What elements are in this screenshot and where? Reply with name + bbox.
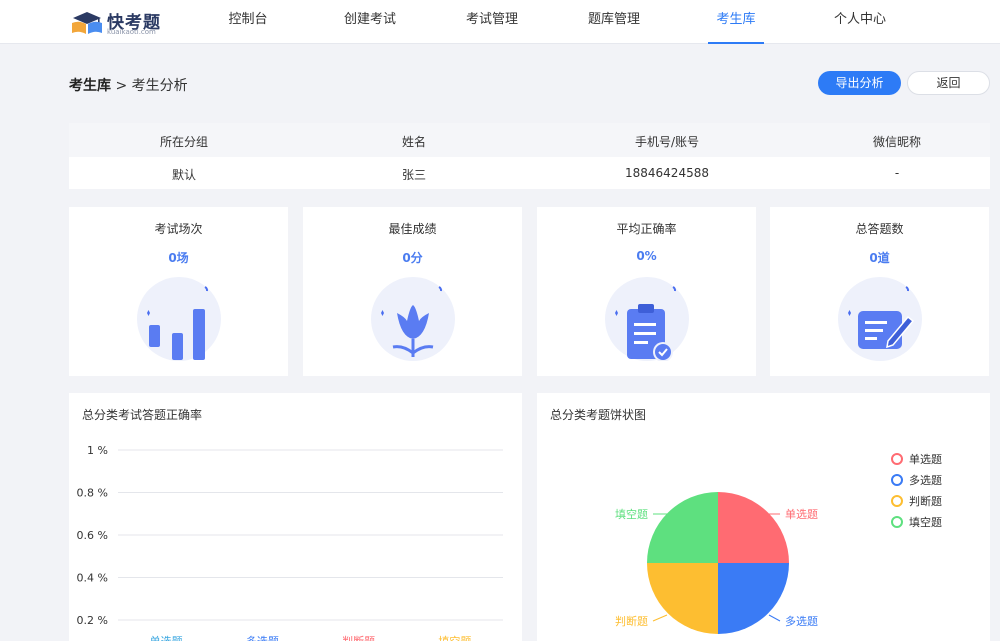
nav-item-personal-center[interactable]: 个人中心	[828, 0, 892, 44]
pie-slice-label: 单选题	[785, 508, 818, 521]
stat-value: 0道	[869, 251, 890, 265]
y-tick-label: 0.2 %	[77, 614, 108, 627]
y-tick-label: 0.6 %	[77, 529, 108, 542]
table-cell-phone: 18846424588	[625, 166, 709, 180]
breadcrumb-current: 考生分析	[131, 78, 188, 94]
legend-marker[interactable]	[891, 516, 903, 528]
stat-title: 考试场次	[154, 222, 203, 236]
brand-logo[interactable]: 快考题 kuaikaoti.com	[70, 5, 170, 39]
bar-chart-icon	[147, 286, 209, 360]
clipboard-check-icon	[615, 286, 677, 361]
legend-label[interactable]: 单选题	[909, 453, 942, 466]
legend-marker[interactable]	[891, 495, 903, 507]
stat-value: 0分	[402, 251, 423, 265]
logo-book-icon	[72, 12, 102, 34]
accuracy-chart-panel: 总分类考试答题正确率 0.2 %0.4 %0.6 %0.8 %1 %单选题多选题…	[69, 393, 522, 641]
breadcrumb-separator: >	[115, 78, 128, 94]
notepad-pen-icon	[848, 286, 915, 349]
y-tick-label: 1 %	[87, 444, 108, 457]
stat-title: 总答题数	[855, 222, 904, 236]
stat-title: 最佳成绩	[388, 222, 437, 236]
stat-title: 平均正确率	[616, 222, 677, 236]
pie-slice-label: 填空题	[615, 507, 648, 521]
table-header-group: 所在分组	[159, 135, 208, 149]
pie-slice[interactable]	[647, 492, 718, 563]
table-cell-wechat: -	[894, 166, 900, 180]
accuracy-bar-chart: 0.2 % 0.4 % 0.6 % 0.8 % 1 % 单选题 多选题 判断题 填空题	[77, 444, 503, 641]
pie-slice-label: 判断题	[615, 614, 648, 628]
y-tick-label: 0.4 %	[77, 572, 108, 585]
table-cell-group: 默认	[171, 168, 196, 182]
breadcrumb: 考生库 > 考生分析	[69, 75, 188, 95]
stat-card-total-answers: 总答题数 0道	[770, 207, 989, 376]
table-cell-name: 张三	[401, 168, 426, 182]
stat-value: 0%	[636, 249, 657, 263]
category-pie-chart: 单选题单选题多选题多选题判断题判断题填空题填空题	[615, 453, 942, 634]
pie-slice[interactable]	[647, 563, 718, 634]
brand-domain: kuaikaoti.com	[107, 28, 156, 36]
pie-label-line	[768, 614, 781, 622]
nav-item-dashboard[interactable]: 控制台	[220, 0, 276, 44]
nav-item-student-library[interactable]: 考生库	[708, 0, 764, 44]
export-analysis-button[interactable]: 导出分析	[818, 71, 901, 95]
table-header-phone: 手机号/账号	[634, 135, 700, 149]
x-tick-label: 判断题	[342, 634, 375, 641]
pie-slice[interactable]	[718, 492, 789, 563]
top-nav-bar: 快考题 kuaikaoti.com 控制台 创建考试 考试管理 题库管理 考生库…	[0, 0, 1000, 44]
pie-label-line	[652, 614, 668, 622]
table-header-wechat: 微信昵称	[872, 135, 921, 149]
y-tick-label: 0.8 %	[77, 487, 108, 500]
pie-slice-label: 多选题	[785, 614, 818, 628]
nav-item-create-exam[interactable]: 创建考试	[338, 0, 402, 44]
back-button[interactable]: 返回	[907, 71, 990, 95]
stat-value: 0场	[168, 251, 189, 265]
legend-label[interactable]: 多选题	[909, 473, 942, 487]
legend-marker[interactable]	[891, 453, 903, 465]
nav-item-question-bank[interactable]: 题库管理	[582, 0, 646, 44]
legend-label[interactable]: 判断题	[909, 494, 942, 508]
pie-slice[interactable]	[718, 563, 789, 634]
category-pie-panel: 总分类考题饼状图 单选题 单选题 多选题 多选题 判断题 判断题 填空题 填空题	[537, 393, 990, 641]
table-header-name: 姓名	[401, 135, 426, 149]
stat-card-exam-count: 考试场次 0场	[69, 207, 288, 376]
breadcrumb-root[interactable]: 考生库	[69, 78, 111, 94]
stat-card-avg-accuracy: 平均正确率 0%	[537, 207, 756, 376]
x-tick-label: 单选题	[150, 635, 183, 641]
nav-item-exam-management[interactable]: 考试管理	[460, 0, 524, 44]
stat-card-best-score: 最佳成绩 0分	[303, 207, 522, 376]
legend-marker[interactable]	[891, 474, 903, 486]
legend-label[interactable]: 填空题	[909, 515, 942, 529]
x-tick-label: 多选题	[246, 634, 279, 641]
student-info-table: 所在分组 姓名 手机号/账号 微信昵称 默认 张三 18846424588 -	[69, 123, 990, 189]
tulip-icon	[381, 286, 443, 357]
x-tick-label: 填空题	[438, 634, 471, 641]
